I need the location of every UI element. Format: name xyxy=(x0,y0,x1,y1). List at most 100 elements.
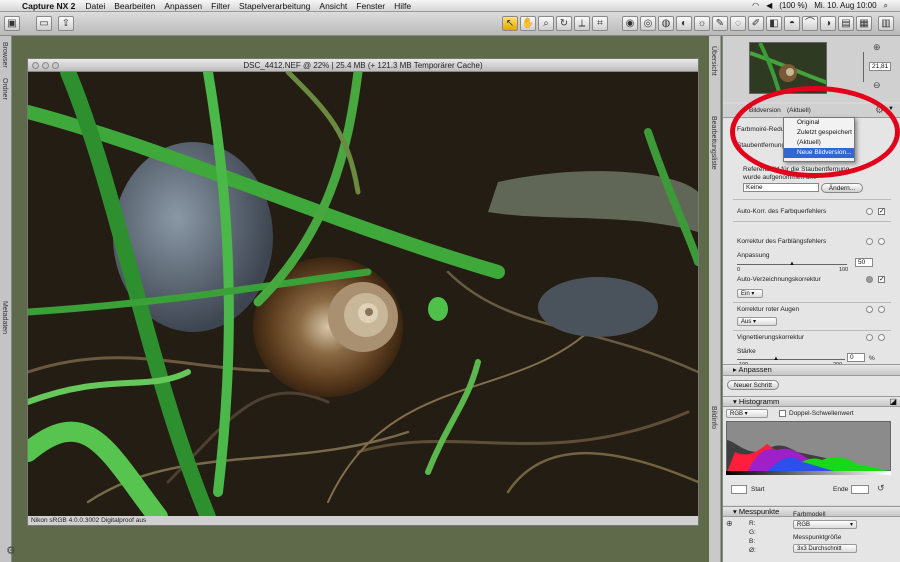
auto-korr-radio[interactable] xyxy=(866,208,873,215)
hand-tool-icon[interactable]: ✋ xyxy=(520,16,536,31)
divider xyxy=(733,302,891,303)
zoom-button[interactable] xyxy=(52,62,59,69)
menu-ansicht[interactable]: Ansicht xyxy=(319,1,347,11)
menu-hilfe[interactable]: Hilfe xyxy=(394,1,411,11)
direct-select-tool-icon[interactable]: ↖ xyxy=(502,16,518,31)
red-eye-icon[interactable]: ◐ xyxy=(676,16,692,31)
zoom-value-field[interactable]: 21,81 xyxy=(869,62,891,71)
o-label: Ø: xyxy=(749,547,756,554)
doppel-label: Doppel-Schwellenwert xyxy=(789,410,854,417)
histogram-header[interactable]: ▾ Histogramm ◪ xyxy=(723,396,900,407)
anpassen-header[interactable]: ▸ Anpassen xyxy=(723,364,900,376)
vignettierung-radio[interactable] xyxy=(866,334,873,341)
keine-field[interactable]: Keine xyxy=(743,183,819,192)
zoom-slider[interactable] xyxy=(863,52,864,82)
straighten-tool-icon[interactable]: ⟂ xyxy=(574,16,590,31)
auto-verz-radio[interactable] xyxy=(866,276,873,283)
minimize-button[interactable] xyxy=(42,62,49,69)
rotate-tool-icon[interactable]: ↻ xyxy=(556,16,572,31)
divider xyxy=(733,221,891,222)
left-side-strip: Browser Ordner Metadaten xyxy=(0,36,12,562)
browser-tab[interactable]: Browser xyxy=(1,42,8,68)
app-menu[interactable]: Capture NX 2 xyxy=(22,1,75,11)
g-label: G: xyxy=(749,529,756,536)
menu-stapelverarbeitung[interactable]: Stapelverarbeitung xyxy=(239,1,310,11)
image-window: DSC_4412.NEF @ 22% | 25.4 MB (+ 121.3 MB… xyxy=(27,58,699,526)
close-button[interactable] xyxy=(32,62,39,69)
zoom-in-icon[interactable]: ⊕ xyxy=(873,42,881,53)
anpassung-min: 0 xyxy=(737,267,741,273)
metadaten-tab[interactable]: Metadaten xyxy=(1,301,8,334)
volume-icon[interactable]: ◀︎ xyxy=(766,1,772,11)
bearbeitungsliste-tab[interactable]: Bearbeitungsliste xyxy=(710,116,717,170)
start-field[interactable] xyxy=(731,485,747,494)
open-icon[interactable]: ▭ xyxy=(36,16,52,31)
andern-button[interactable]: Ändern... xyxy=(821,183,863,193)
menu-datei[interactable]: Datei xyxy=(85,1,105,11)
ein-select[interactable]: Ein ▾ xyxy=(737,289,763,298)
ubersicht-tab[interactable]: Übersicht xyxy=(710,46,717,76)
vignettierung-label: Vignettierungskorrektur xyxy=(737,334,805,341)
ordner-tab[interactable]: Ordner xyxy=(1,78,8,100)
sample-tool-icon[interactable]: ⊕ xyxy=(726,519,733,528)
auto-korr-label: Auto-Korr. des Farbquerfehlers xyxy=(737,208,827,215)
starke-slider-thumb[interactable]: ▲ xyxy=(773,356,779,362)
farblangsfehler-radio[interactable] xyxy=(866,238,873,245)
spotlight-icon[interactable]: ⌕ xyxy=(884,1,888,11)
save-icon[interactable]: ⇪ xyxy=(58,16,74,31)
menu-filter[interactable]: Filter xyxy=(211,1,230,11)
neuer-schritt-button[interactable]: Neuer Schritt xyxy=(727,380,779,390)
menu-anpassen[interactable]: Anpassen xyxy=(164,1,202,11)
white-point-icon[interactable]: ◍ xyxy=(658,16,674,31)
brush-icon[interactable]: ✐ xyxy=(748,16,764,31)
battery-status[interactable]: (100 %) xyxy=(779,1,807,11)
starke-slider[interactable] xyxy=(737,359,845,360)
grid-icon[interactable]: ▦ xyxy=(856,16,872,31)
farblangsfehler-radio-2[interactable] xyxy=(878,238,885,245)
rote-augen-radio[interactable] xyxy=(866,306,873,313)
rote-augen-radio-2[interactable] xyxy=(878,306,885,313)
lasso-icon[interactable]: ◌ xyxy=(730,16,746,31)
auto-verz-label: Auto-Verzeichnungskorrektur xyxy=(737,276,821,283)
grosse-value: 3x3 Durchschnitt xyxy=(797,546,842,552)
panel-toggle-icon[interactable]: ▥ xyxy=(878,16,894,31)
color-point-icon[interactable]: ◉ xyxy=(622,16,638,31)
starke-field[interactable]: 0 xyxy=(847,353,865,362)
channel-select[interactable]: RGB ▾ xyxy=(726,409,768,418)
image-window-title: DSC_4412.NEF @ 22% | 25.4 MB (+ 121.3 MB… xyxy=(243,61,483,70)
histogram-section: RGB ▾ Doppel-Schwellenwert Start Ende ↺ xyxy=(723,407,900,505)
fill-icon[interactable]: ◓ xyxy=(784,16,800,31)
selection-gradient-icon[interactable]: ◑ xyxy=(820,16,836,31)
marquee-icon[interactable]: ▤ xyxy=(838,16,854,31)
bildinfo-tab[interactable]: Bildinfo xyxy=(710,406,717,429)
crop-tool-icon[interactable]: ⌗ xyxy=(592,16,608,31)
workspace-icon[interactable]: ▣ xyxy=(4,16,20,31)
anpassung-field[interactable]: 50 xyxy=(855,258,873,267)
anpassung-slider-thumb[interactable]: ▲ xyxy=(789,261,795,267)
zoom-out-icon[interactable]: ⊖ xyxy=(873,80,881,91)
settings-gear-icon[interactable]: ⚙ xyxy=(0,540,22,562)
selection-brush-icon[interactable]: ⌒ xyxy=(802,16,818,31)
aus-select[interactable]: Aus ▾ xyxy=(737,317,777,326)
brightness-icon[interactable]: ☼ xyxy=(694,16,710,31)
menu-bearbeiten[interactable]: Bearbeiten xyxy=(114,1,155,11)
gradient-icon[interactable]: ◧ xyxy=(766,16,782,31)
histogram-options-icon[interactable]: ◪ xyxy=(889,397,897,407)
menu-fenster[interactable]: Fenster xyxy=(356,1,385,11)
zoom-tool-icon[interactable]: ⌕ xyxy=(538,16,554,31)
farbmodell-select[interactable]: RGB ▾ xyxy=(793,520,857,529)
reset-icon[interactable]: ↺ xyxy=(877,483,885,494)
photo-canvas[interactable] xyxy=(28,72,698,517)
doppel-checkbox[interactable] xyxy=(779,410,786,417)
auto-retouch-icon[interactable]: ✎ xyxy=(712,16,728,31)
red-annotation-ring xyxy=(730,86,900,178)
grosse-select[interactable]: 3x3 Durchschnitt xyxy=(793,544,857,553)
clock[interactable]: Mi. 10. Aug 10:00 xyxy=(814,1,876,11)
black-point-icon[interactable]: ◎ xyxy=(640,16,656,31)
vignettierung-radio-2[interactable] xyxy=(878,334,885,341)
auto-verz-checkbox[interactable]: ✓ xyxy=(878,276,885,283)
wifi-icon[interactable]: ◠ xyxy=(752,1,759,11)
image-window-titlebar[interactable]: DSC_4412.NEF @ 22% | 25.4 MB (+ 121.3 MB… xyxy=(28,59,698,72)
auto-korr-checkbox[interactable]: ✓ xyxy=(878,208,885,215)
ende-field[interactable] xyxy=(851,485,869,494)
